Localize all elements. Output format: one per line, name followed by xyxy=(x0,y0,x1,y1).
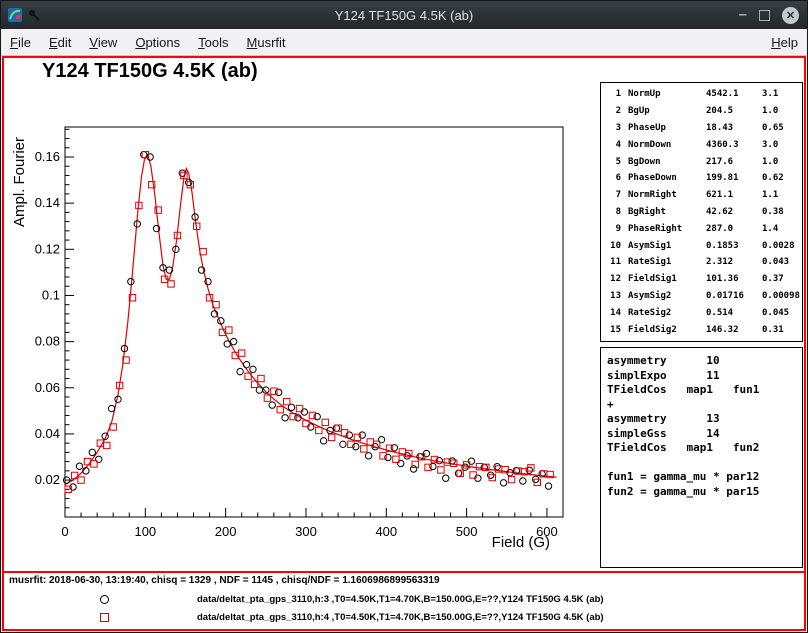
svg-text:100: 100 xyxy=(134,524,156,539)
param-row: 8BgRight42.620.38 xyxy=(607,204,802,221)
svg-text:0.14: 0.14 xyxy=(35,195,60,210)
param-row: 12FieldSig1101.360.37 xyxy=(607,271,802,288)
close-button[interactable]: ✕ xyxy=(782,7,799,24)
theory-text: asymmetry 10 simplExpo 11 TFieldCos map1… xyxy=(607,354,796,499)
menu-item-edit[interactable]: Edit xyxy=(40,31,80,54)
svg-text:300: 300 xyxy=(295,524,317,539)
svg-text:0.12: 0.12 xyxy=(35,241,60,256)
window-titlebar[interactable]: Y124 TF150G 4.5K (ab) – ✕ xyxy=(1,1,807,29)
param-row: 9PhaseRight287.01.4 xyxy=(607,220,802,237)
legend-row: data/deltat_pta_gps_3110,h:4 ,T0=4.50K,T… xyxy=(4,609,804,625)
menubar: File Edit View Options Tools Musrfit Hel… xyxy=(1,29,807,56)
param-row: 3PhaseUp18.430.65 xyxy=(607,120,802,137)
svg-text:500: 500 xyxy=(456,524,478,539)
param-row: 5BgDown217.61.0 xyxy=(607,153,802,170)
param-row: 13AsymSig20.017160.00098 xyxy=(607,288,802,305)
svg-text:0.06: 0.06 xyxy=(35,380,60,395)
legend-label-h3: data/deltat_pta_gps_3110,h:3 ,T0=4.50K,T… xyxy=(197,594,604,605)
param-row: 14RateSig20.5140.045 xyxy=(607,304,802,321)
svg-text:0.04: 0.04 xyxy=(35,426,60,441)
application-window: Y124 TF150G 4.5K (ab) – ✕ File Edit View… xyxy=(0,0,808,633)
param-row: 11RateSig12.3120.043 xyxy=(607,254,802,271)
menu-item-file[interactable]: File xyxy=(1,31,40,54)
svg-text:0.16: 0.16 xyxy=(35,149,60,164)
param-row: 1NormUp4542.13.1 xyxy=(607,86,802,103)
menu-item-help[interactable]: Help xyxy=(762,31,807,54)
param-row: 15FieldSig2146.320.31 xyxy=(607,321,802,338)
fit-parameter-box: 1NormUp4542.13.12BgUp204.51.03PhaseUp18.… xyxy=(600,82,803,342)
menu-item-options[interactable]: Options xyxy=(126,31,189,54)
theory-box: asymmetry 10 simplExpo 11 TFieldCos map1… xyxy=(600,347,803,568)
svg-text:Ampl. Fourier: Ampl. Fourier xyxy=(11,137,28,227)
pin-icon[interactable] xyxy=(27,8,41,22)
svg-text:0.08: 0.08 xyxy=(35,334,60,349)
square-marker-icon xyxy=(100,613,109,622)
svg-text:400: 400 xyxy=(375,524,397,539)
svg-text:200: 200 xyxy=(215,524,237,539)
pad-separator xyxy=(2,571,806,573)
param-row: 7NormRight621.11.1 xyxy=(607,187,802,204)
param-row: 4NormDown4360.33.0 xyxy=(607,136,802,153)
param-row: 10AsymSig10.18530.0028 xyxy=(607,237,802,254)
fit-status-line: musrfit: 2018-06-30, 13:19:40, chisq = 1… xyxy=(9,575,440,586)
maximize-button[interactable] xyxy=(759,10,770,21)
minimize-button[interactable]: – xyxy=(739,10,747,20)
svg-text:0.02: 0.02 xyxy=(35,472,60,487)
legend-row: data/deltat_pta_gps_3110,h:3 ,T0=4.50K,T… xyxy=(4,591,804,607)
svg-text:Field (G): Field (G) xyxy=(492,534,550,551)
circle-marker-icon xyxy=(100,595,109,604)
menu-item-tools[interactable]: Tools xyxy=(189,31,237,54)
param-row: 6PhaseDown199.810.62 xyxy=(607,170,802,187)
legend-label-h4: data/deltat_pta_gps_3110,h:4 ,T0=4.50K,T… xyxy=(197,612,604,623)
menu-item-view[interactable]: View xyxy=(80,31,126,54)
window-title: Y124 TF150G 4.5K (ab) xyxy=(1,8,807,23)
app-icon xyxy=(7,7,23,23)
fit-parameter-rows: 1NormUp4542.13.12BgUp204.51.03PhaseUp18.… xyxy=(607,86,802,338)
param-row: 2BgUp204.51.0 xyxy=(607,103,802,120)
fourier-plot-canvas[interactable]: 01002003004005006000.020.040.060.080.10.… xyxy=(4,58,604,578)
menu-item-musrfit[interactable]: Musrfit xyxy=(238,31,295,54)
root-canvas[interactable]: Y124 TF150G 4.5K (ab) 010020030040050060… xyxy=(2,56,806,631)
svg-text:0.1: 0.1 xyxy=(42,287,60,302)
svg-text:0: 0 xyxy=(61,524,68,539)
